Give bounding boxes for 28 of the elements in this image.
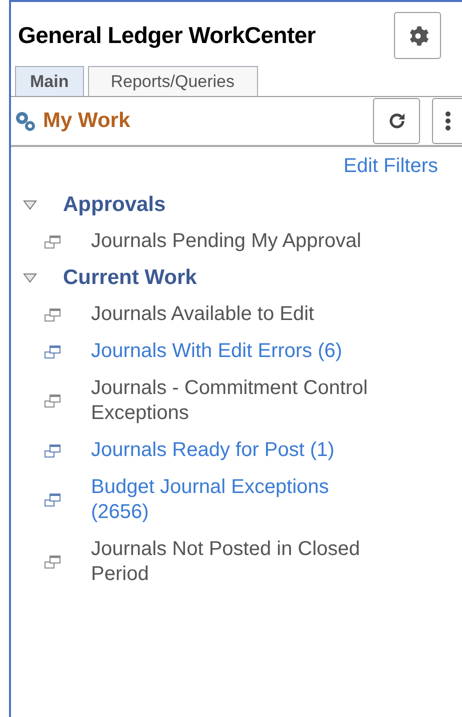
page-title: General Ledger WorkCenter xyxy=(18,21,316,50)
settings-button[interactable] xyxy=(394,12,441,59)
windows-icon xyxy=(44,493,62,507)
work-item-link[interactable]: Journals Not Posted in Closed Period xyxy=(91,537,381,587)
section-heading[interactable]: Current Work xyxy=(63,262,197,294)
work-item-link[interactable]: Journals Ready for Post (1) xyxy=(91,438,381,463)
windows-icon xyxy=(44,555,62,569)
section-heading[interactable]: Approvals xyxy=(63,189,166,221)
collapse-icon[interactable] xyxy=(23,200,37,210)
windows-icon xyxy=(44,308,62,322)
work-item-link[interactable]: Journals Available to Edit xyxy=(91,302,381,327)
windows-icon xyxy=(44,394,62,408)
edit-filters-link[interactable]: Edit Filters xyxy=(344,151,438,181)
windows-icon xyxy=(44,444,62,458)
more-icon xyxy=(444,111,450,131)
refresh-button[interactable] xyxy=(373,98,420,144)
work-item-link[interactable]: Journals Pending My Approval xyxy=(91,229,381,254)
work-item-link[interactable]: Journals - Commitment Control Exceptions xyxy=(91,376,381,426)
windows-icon xyxy=(44,344,62,358)
refresh-icon xyxy=(388,112,406,130)
collapse-icon[interactable] xyxy=(23,273,37,283)
pagelet-title: My Work xyxy=(43,108,130,134)
tab[interactable]: Reports/Queries xyxy=(88,66,258,96)
work-item-link[interactable]: Budget Journal Exceptions (2656) xyxy=(91,475,381,525)
work-item-link[interactable]: Journals With Edit Errors (6) xyxy=(91,339,381,364)
more-button[interactable] xyxy=(432,98,462,144)
tab[interactable]: Main xyxy=(15,66,84,96)
windows-icon xyxy=(44,234,62,248)
